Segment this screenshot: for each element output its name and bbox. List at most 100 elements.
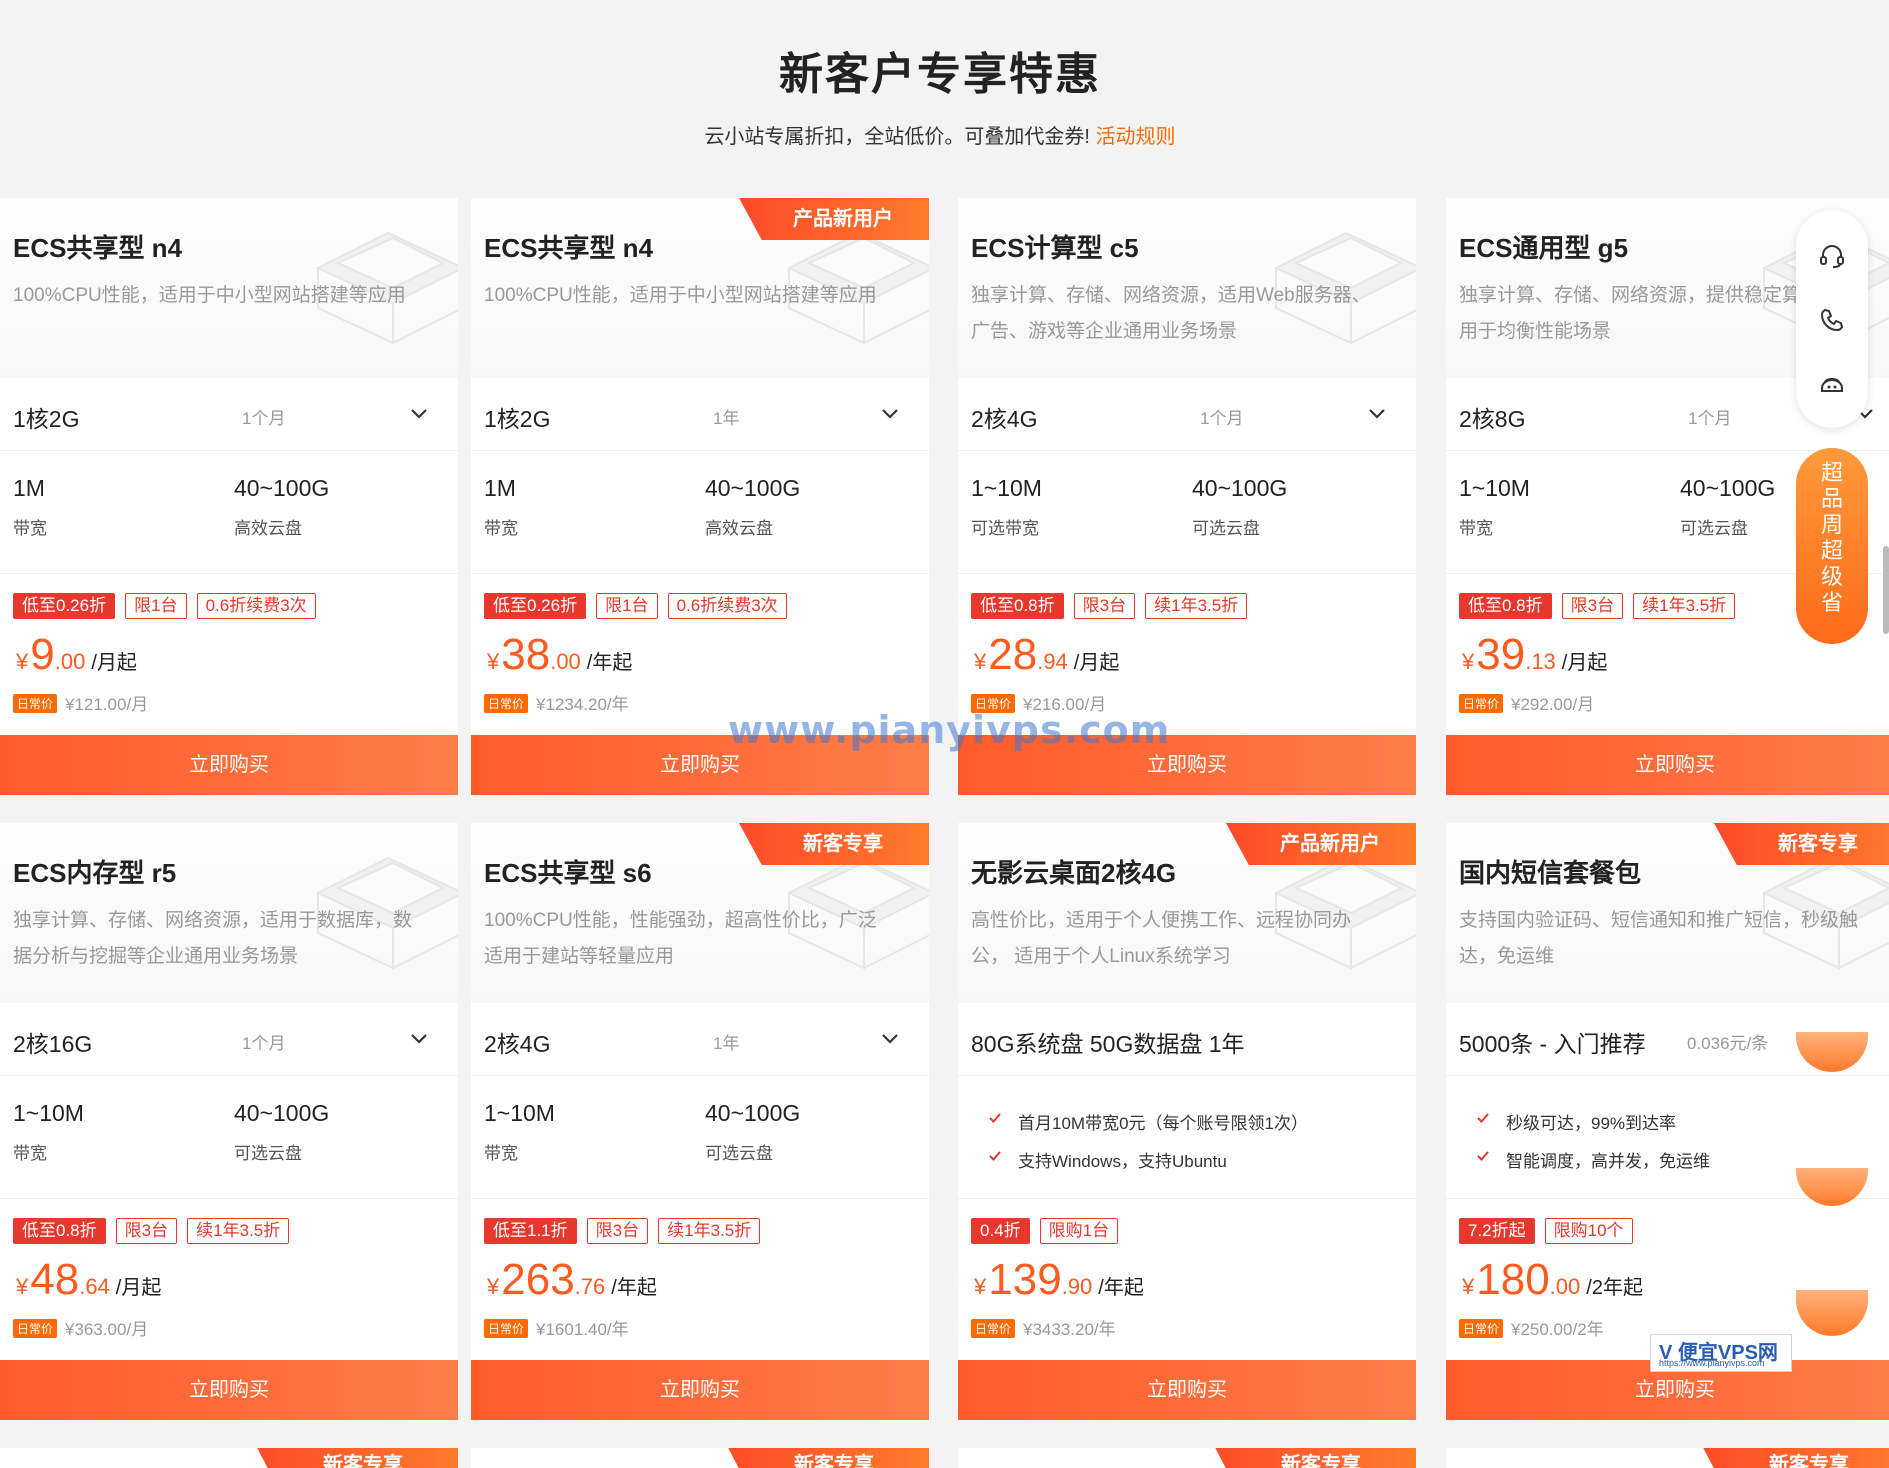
duration-value: 1个月 xyxy=(1200,409,1244,428)
metric-value: 40~100G xyxy=(705,475,801,501)
metric-value: 40~100G xyxy=(234,1100,330,1126)
original-price-value: ¥3433.20/年 xyxy=(1023,1320,1116,1339)
chevron-down-icon[interactable] xyxy=(408,1027,430,1049)
price: ¥48.64/月起 xyxy=(16,1255,161,1305)
chevron-down-icon[interactable] xyxy=(408,402,430,424)
card-metrics: 1~10M 可选带宽 40~100G 可选云盘 xyxy=(958,451,1416,574)
page-subtitle: 云小站专属折扣，全站低价。可叠加代金券! 活动规则 xyxy=(0,120,1880,149)
renewal-tag: 续1年3.5折 xyxy=(1633,593,1736,619)
limit-tag: 限3台 xyxy=(586,1218,649,1244)
product-card: 新客专享 xyxy=(471,1448,929,1468)
chevron-down-icon[interactable] xyxy=(879,1027,901,1049)
card-title: ECS共享型 s6 xyxy=(484,858,652,888)
buy-now-button[interactable]: 立即购买 xyxy=(1446,735,1889,795)
chevron-down-icon[interactable] xyxy=(1366,402,1388,424)
phone-icon[interactable] xyxy=(1818,306,1846,334)
metric-value: 1~10M xyxy=(484,1100,555,1126)
feature-text: 智能调度，高并发，免运维 xyxy=(1506,1152,1710,1171)
discount-tag: 低至0.26折 xyxy=(13,593,116,619)
spec-selector[interactable]: 2核4G 1年 xyxy=(471,1003,929,1076)
price-unit: /月起 xyxy=(1561,652,1608,674)
card-description: 100%CPU性能，适用于中小型网站搭建等应用 xyxy=(484,285,877,306)
disk-metric: 40~100G 可选云盘 xyxy=(705,1100,800,1164)
spec-value: 80G系统盘 50G数据盘 1年 xyxy=(971,1031,1245,1057)
activity-rules-link[interactable]: 活动规则 xyxy=(1096,126,1176,148)
currency-symbol: ¥ xyxy=(1462,1274,1475,1299)
spec-value: 2核8G xyxy=(1459,406,1526,432)
original-price: 日常价 ¥1601.40/年 xyxy=(484,1315,629,1340)
chat-bot-icon[interactable] xyxy=(1818,370,1846,398)
unit-price: 0.036元/条 xyxy=(1687,1034,1769,1053)
price: ¥180.00/2年起 xyxy=(1462,1255,1643,1305)
card-title: ECS通用型 g5 xyxy=(1459,233,1629,263)
metric-value: 40~100G xyxy=(234,475,330,501)
card-badge: 新客专享 xyxy=(1714,823,1889,865)
price-integer: 9 xyxy=(30,630,55,679)
metric-label: 可选云盘 xyxy=(705,1144,773,1163)
duration-value: 1个月 xyxy=(242,1034,286,1053)
price-integer: 48 xyxy=(30,1255,80,1304)
bandwidth-metric: 1M 带宽 xyxy=(484,475,518,539)
metric-label: 带宽 xyxy=(484,1144,518,1163)
buy-now-button[interactable]: 立即购买 xyxy=(0,735,458,795)
currency-symbol: ¥ xyxy=(487,1274,500,1299)
price-unit: /月起 xyxy=(91,652,137,674)
scrollbar-thumb[interactable] xyxy=(1883,546,1889,634)
metric-value: 1~10M xyxy=(13,1100,84,1126)
original-price: 日常价 ¥250.00/2年 xyxy=(1459,1315,1604,1340)
discount-tag: 低至1.1折 xyxy=(484,1218,577,1244)
promo-super-savings[interactable]: 超品周超级省 xyxy=(1796,448,1868,644)
discount-tags: 0.4折 限购1台 xyxy=(971,1218,1128,1246)
price: ¥39.13/月起 xyxy=(1462,630,1607,680)
spec-selector[interactable]: 2核4G 1个月 xyxy=(958,378,1416,451)
original-price-tag: 日常价 xyxy=(484,694,529,713)
renewal-tag: 续1年3.5折 xyxy=(1145,593,1248,619)
card-header: ECS计算型 c5 独享计算、存储、网络资源，适用Web服务器、广告、游戏等企业通… xyxy=(958,198,1416,378)
price-decimal: .94 xyxy=(1037,649,1068,674)
card-header: ECS共享型 s6 100%CPU性能，性能强劲，超高性价比，广泛适用于建站等轻量… xyxy=(471,823,929,1003)
chevron-down-icon[interactable] xyxy=(879,402,901,424)
buy-now-button[interactable]: 立即购买 xyxy=(0,1360,458,1420)
check-icon xyxy=(988,1110,1002,1124)
original-price-value: ¥1601.40/年 xyxy=(536,1320,629,1339)
headset-icon[interactable] xyxy=(1818,242,1846,270)
price-integer: 139 xyxy=(988,1255,1062,1304)
spec-value: 1核2G xyxy=(13,406,80,432)
price-decimal: .00 xyxy=(550,649,581,674)
disk-metric: 40~100G 高效云盘 xyxy=(234,475,329,539)
card-badge: 新客专享 xyxy=(1696,1448,1889,1468)
metric-value: 1~10M xyxy=(1459,475,1530,501)
currency-symbol: ¥ xyxy=(1462,649,1475,674)
discount-tag: 7.2折起 xyxy=(1459,1218,1535,1244)
buy-now-button[interactable]: 立即购买 xyxy=(471,1360,929,1420)
spec-value: 2核16G xyxy=(13,1031,93,1057)
card-header: 无影云桌面2核4G 高性价比，适用于个人便携工作、远程协同办公， 适用于个人Lin… xyxy=(958,823,1416,1003)
original-price-value: ¥250.00/2年 xyxy=(1511,1320,1604,1339)
spec-selector[interactable]: 1核2G 1年 xyxy=(471,378,929,451)
price-integer: 28 xyxy=(988,630,1038,679)
original-price-value: ¥1234.20/年 xyxy=(536,695,629,714)
duration-value: 1个月 xyxy=(242,409,286,428)
page-title: 新客户专享特惠 xyxy=(779,50,1101,99)
duration-value: 1年 xyxy=(713,409,740,428)
spec-selector[interactable]: 1核2G 1个月 xyxy=(0,378,458,451)
buy-now-button[interactable]: 立即购买 xyxy=(958,1360,1416,1420)
spec-selector[interactable]: 80G系统盘 50G数据盘 1年 xyxy=(958,1003,1416,1076)
price-unit: /月起 xyxy=(115,1277,162,1299)
renewal-tag: 0.6折续费3次 xyxy=(196,593,316,619)
disk-metric: 40~100G 高效云盘 xyxy=(705,475,800,539)
metric-label: 高效云盘 xyxy=(705,519,773,538)
original-price: 日常价 ¥121.00/月 xyxy=(13,690,148,715)
card-description: 100%CPU性能，适用于中小型网站搭建等应用 xyxy=(13,285,406,306)
metric-value: 1M xyxy=(484,475,516,501)
metric-label: 带宽 xyxy=(13,1144,47,1163)
card-metrics: 1M 带宽 40~100G 高效云盘 xyxy=(471,451,929,574)
original-price-value: ¥363.00/月 xyxy=(65,1320,149,1339)
card-metrics: 1~10M 带宽 40~100G 可选云盘 xyxy=(0,1076,458,1199)
currency-symbol: ¥ xyxy=(974,1274,987,1299)
card-header: ECS共享型 n4 100%CPU性能，适用于中小型网站搭建等应用 xyxy=(0,198,458,378)
spec-selector[interactable]: 2核16G 1个月 xyxy=(0,1003,458,1076)
limit-tag: 限1台 xyxy=(596,593,658,619)
card-metrics: 1~10M 带宽 40~100G 可选云盘 xyxy=(471,1076,929,1199)
product-card: 无影云桌面2核4G 高性价比，适用于个人便携工作、远程协同办公， 适用于个人Lin… xyxy=(958,823,1416,1420)
